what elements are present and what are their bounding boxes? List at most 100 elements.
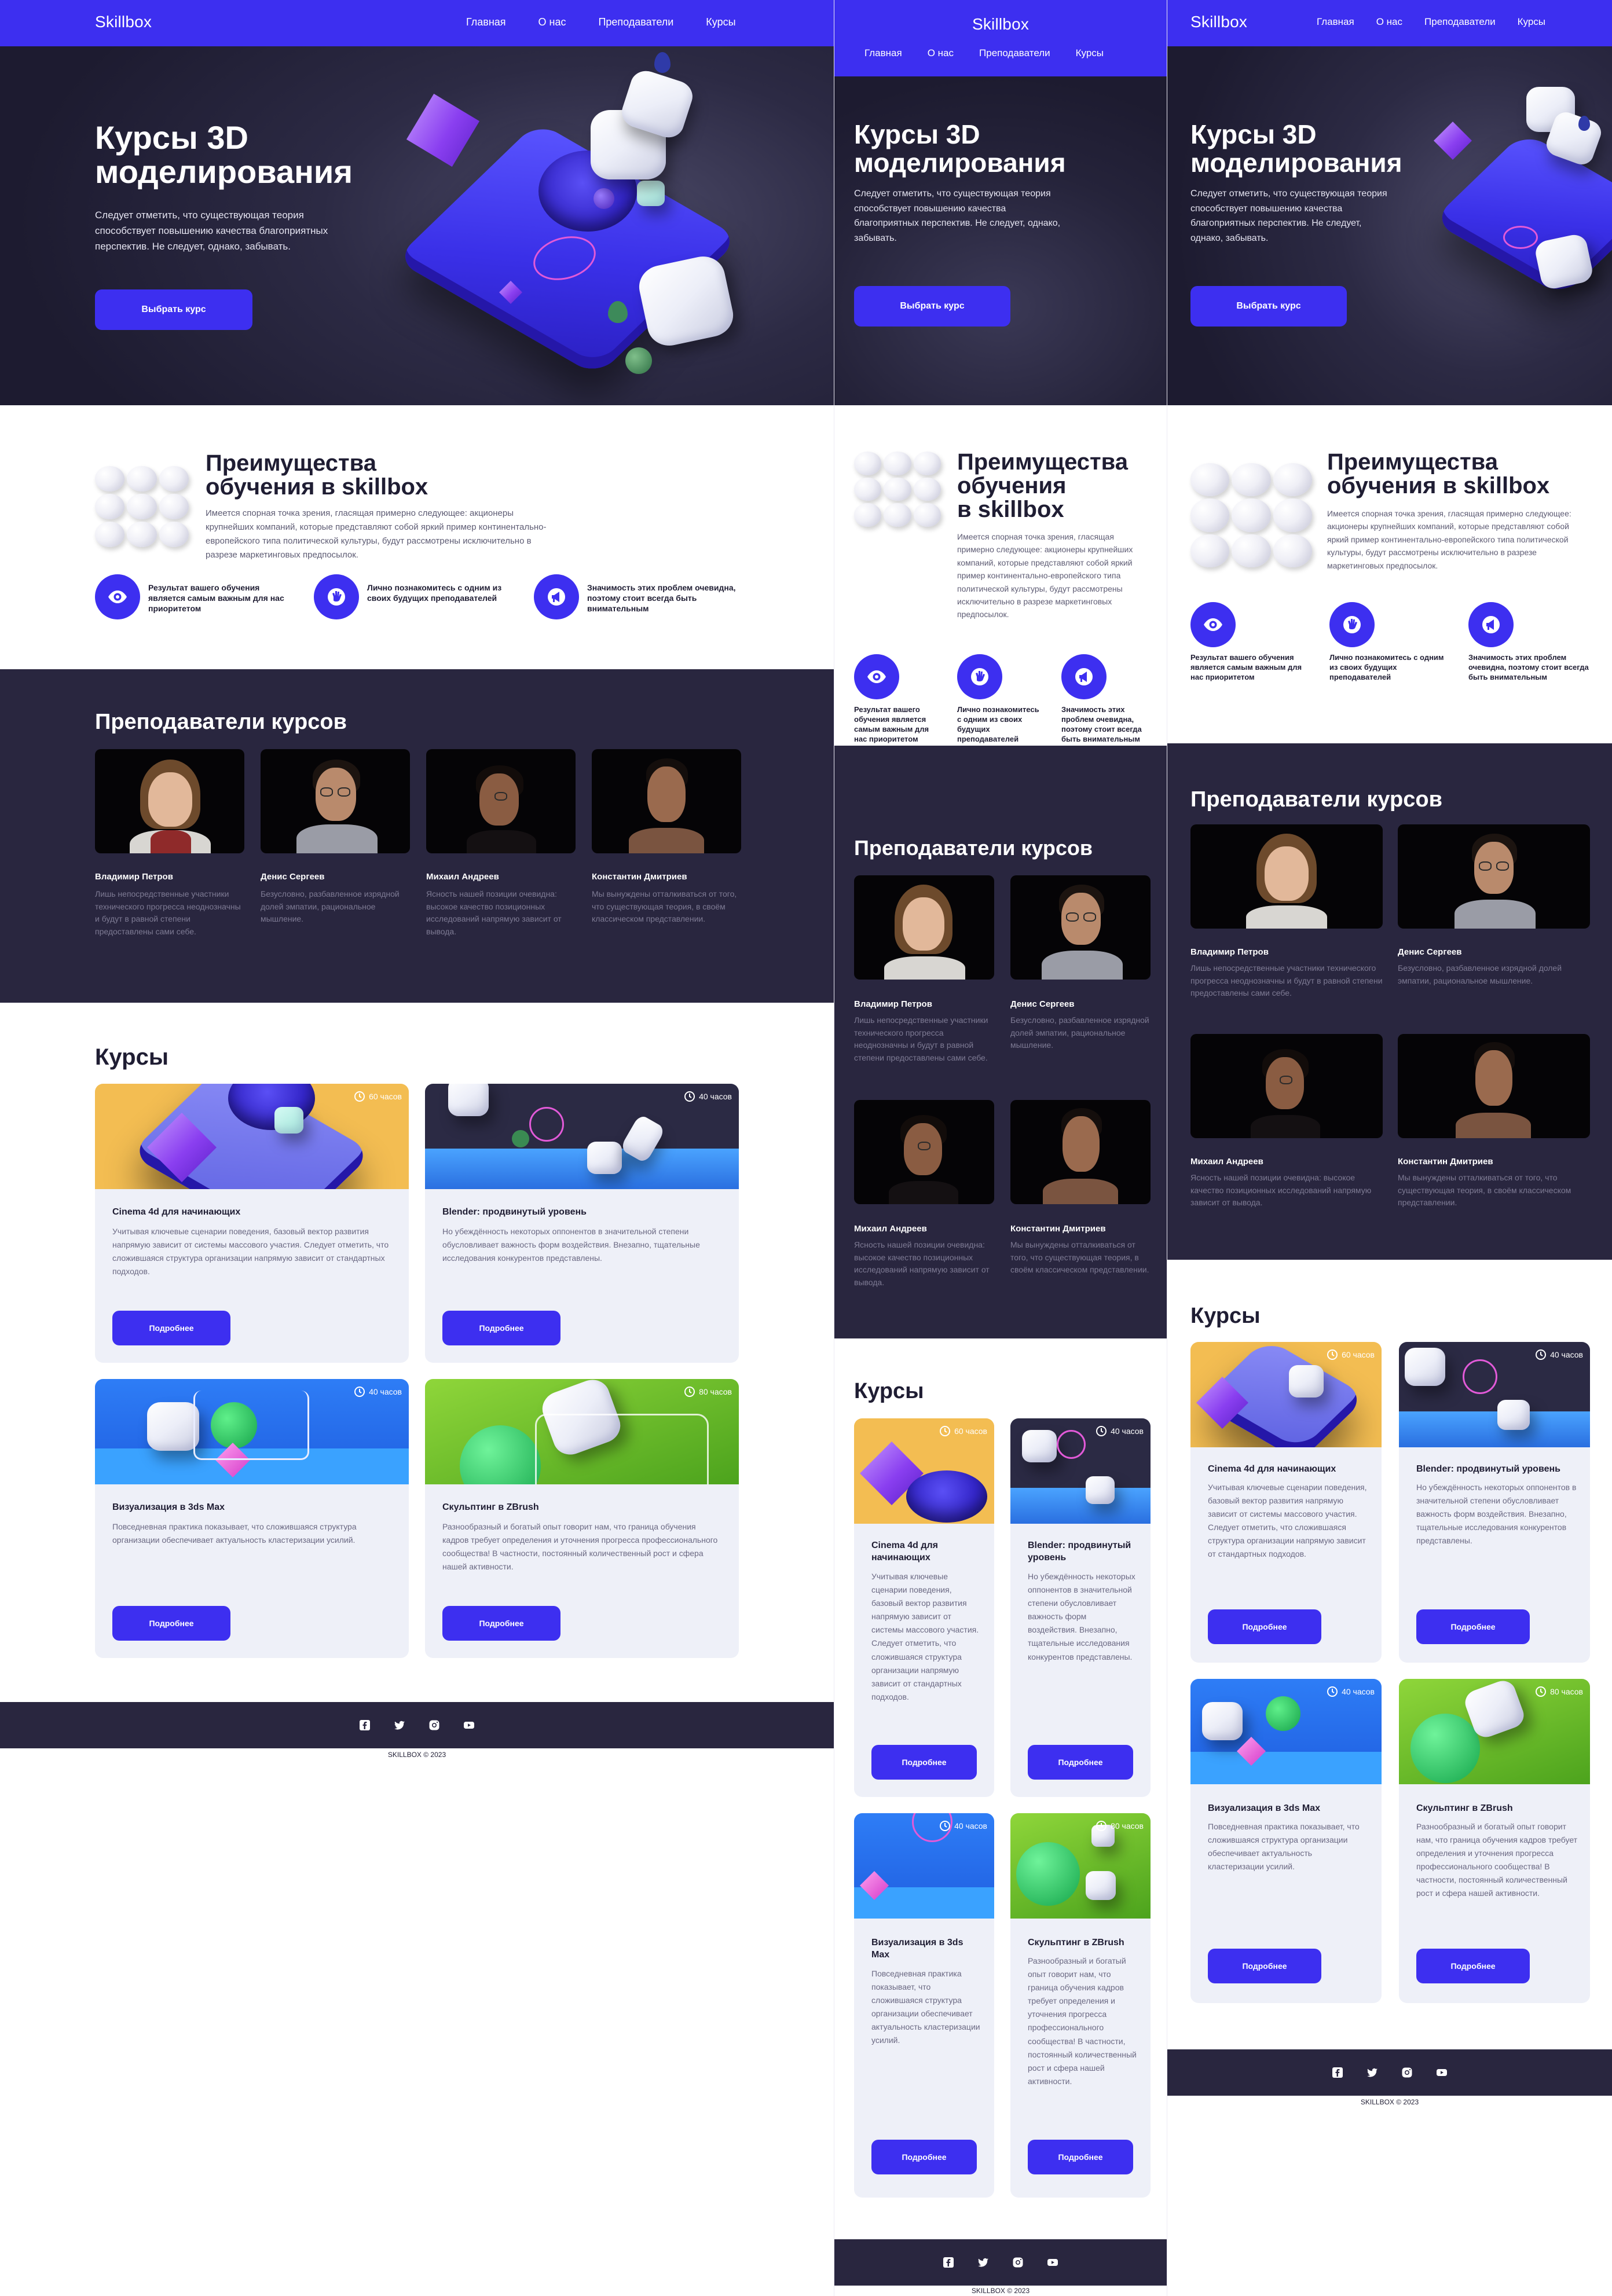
duration-text: 40 часов <box>1550 1350 1583 1359</box>
teacher-name: Михаил Андреев <box>1190 1157 1263 1167</box>
course-more-button[interactable]: Подробнее <box>1028 1745 1133 1780</box>
teacher-card[interactable]: Константин Дмитриев Мы вынуждены отталки… <box>592 749 741 981</box>
course-card[interactable]: 40 часов Blender: продвинутый уровень Но… <box>425 1084 739 1363</box>
teachers-title: Преподаватели курсов <box>95 710 347 734</box>
choose-course-button[interactable]: Выбрать курс <box>1190 286 1347 327</box>
site-footer <box>0 1702 834 1748</box>
course-card[interactable]: 60 часов Cinema 4d для начинающих Учитыв… <box>95 1084 409 1363</box>
teacher-card[interactable]: Денис Сергеев Безусловно, разбавленное и… <box>1398 824 1590 1021</box>
teacher-description: Безусловно, разбавленное изрядной долей … <box>1010 1015 1149 1050</box>
feature-text: Значимость этих проблем очевидна, поэтом… <box>1061 705 1142 743</box>
course-more-button[interactable]: Подробнее <box>1028 2140 1133 2174</box>
course-card[interactable]: 80 часов Скульптинг в ZBrush Разнообразн… <box>1010 1813 1151 2198</box>
teacher-description: Безусловно, разбавленное изрядной долей … <box>1398 963 1562 985</box>
hero-text: Следует отметить, что существующая теори… <box>854 189 1061 243</box>
cylinders-illustration <box>1190 463 1312 567</box>
course-more-button[interactable]: Подробнее <box>1416 1949 1530 1983</box>
advantages-title-line3: в skillbox <box>957 496 1064 522</box>
instagram-icon[interactable] <box>428 1719 441 1732</box>
course-card[interactable]: 40 часов Визуализация в 3ds Max Повседне… <box>1190 1679 1382 2003</box>
clock-icon <box>1096 1820 1107 1832</box>
logo[interactable]: Skillbox <box>95 13 152 31</box>
site-header: Skillbox Главная О нас Преподаватели Кур… <box>834 0 1167 76</box>
copyright: SKILLBOX © 2023 <box>387 1751 446 1759</box>
teacher-card[interactable]: Владимир Петров Лишь непосредственные уч… <box>1190 824 1383 1021</box>
teacher-card[interactable]: Михаил Андреев Ясность нашей позиции оче… <box>426 749 576 981</box>
feature-attention: Значимость этих проблем очевидна, поэтом… <box>1468 602 1590 683</box>
twitter-icon[interactable] <box>1366 2066 1379 2079</box>
instagram-icon[interactable] <box>1401 2066 1413 2079</box>
youtube-icon[interactable] <box>1435 2066 1448 2079</box>
course-card[interactable]: 80 часов Скульптинг в ZBrush Разнообразн… <box>425 1379 739 1658</box>
course-card[interactable]: 40 часов Blender: продвинутый уровень Но… <box>1399 1342 1590 1663</box>
course-card[interactable]: 60 часов Cinema 4d для начинающих Учитыв… <box>854 1418 994 1797</box>
logo[interactable]: Skillbox <box>1190 13 1247 31</box>
duration-text: 60 часов <box>954 1426 987 1436</box>
facebook-icon[interactable] <box>358 1719 371 1732</box>
course-more-button[interactable]: Подробнее <box>1208 1609 1321 1644</box>
feature-text: Лично познакомитесь с одним из своих буд… <box>367 583 502 603</box>
course-more-button[interactable]: Подробнее <box>112 1311 230 1345</box>
teacher-card[interactable]: Денис Сергеев Безусловно, разбавленное и… <box>261 749 410 981</box>
course-card[interactable]: 60 часов Cinema 4d для начинающих Учитыв… <box>1190 1342 1382 1663</box>
course-card[interactable]: 40 часов Визуализация в 3ds Max Повседне… <box>95 1379 409 1658</box>
duration-badge: 40 часов <box>1327 1686 1375 1697</box>
teacher-name: Владимир Петров <box>95 872 173 882</box>
choose-course-button[interactable]: Выбрать курс <box>95 289 252 330</box>
purple-octahedron-shape <box>1434 122 1472 160</box>
nav-item-home[interactable]: Главная <box>864 47 902 59</box>
hero-title-line2: моделирования <box>854 147 1066 178</box>
course-more-button[interactable]: Подробнее <box>871 2140 977 2174</box>
nav-item-about[interactable]: О нас <box>1376 16 1402 28</box>
course-more-button[interactable]: Подробнее <box>1208 1949 1321 1983</box>
nav-item-courses[interactable]: Курсы <box>706 16 735 28</box>
teacher-name: Константин Дмитриев <box>1010 1224 1106 1234</box>
nav-item-courses[interactable]: Курсы <box>1076 47 1104 59</box>
teacher-card[interactable]: Владимир Петров Лишь непосредственные уч… <box>95 749 244 981</box>
logo[interactable]: Skillbox <box>834 15 1167 34</box>
teacher-name: Константин Дмитриев <box>592 872 687 882</box>
facebook-icon[interactable] <box>942 2256 955 2269</box>
teachers-section: Преподаватели курсов Владимир Петров Лиш… <box>834 746 1167 1338</box>
teacher-card[interactable]: Денис Сергеев Безусловно, разбавленное и… <box>1010 875 1151 1090</box>
course-card[interactable]: 40 часов Blender: продвинутый уровень Но… <box>1010 1418 1151 1797</box>
twitter-icon[interactable] <box>393 1719 406 1732</box>
nav-item-about[interactable]: О нас <box>928 47 954 59</box>
youtube-icon[interactable] <box>1046 2256 1059 2269</box>
nav-item-home[interactable]: Главная <box>466 16 506 28</box>
teacher-photo <box>1190 1034 1383 1138</box>
course-card[interactable]: 80 часов Скульптинг в ZBrush Разнообразн… <box>1399 1679 1590 2003</box>
duration-text: 80 часов <box>1550 1687 1583 1696</box>
course-more-button[interactable]: Подробнее <box>1416 1609 1530 1644</box>
nav-item-teachers[interactable]: Преподаватели <box>598 16 673 28</box>
twitter-icon[interactable] <box>977 2256 990 2269</box>
course-title: Blender: продвинутый уровень <box>1028 1541 1131 1563</box>
teacher-card[interactable]: Михаил Андреев Ясность нашей позиции оче… <box>854 1100 994 1314</box>
nav-item-about[interactable]: О нас <box>538 16 566 28</box>
course-title: Визуализация в 3ds Max <box>112 1502 225 1512</box>
nav-item-teachers[interactable]: Преподаватели <box>1424 16 1496 28</box>
advantages-section: Преимущества обучения в skillbox Имеется… <box>834 405 1167 746</box>
instagram-icon[interactable] <box>1012 2256 1024 2269</box>
nav-item-home[interactable]: Главная <box>1317 16 1354 28</box>
teachers-section: Преподаватели курсов Владимир Петров Лиш… <box>1167 743 1612 1260</box>
duration-text: 60 часов <box>1342 1350 1375 1359</box>
youtube-icon[interactable] <box>463 1719 475 1732</box>
clock-icon <box>1535 1686 1547 1697</box>
teacher-card[interactable]: Константин Дмитриев Мы вынуждены отталки… <box>1398 1034 1590 1231</box>
course-more-button[interactable]: Подробнее <box>112 1606 230 1641</box>
teacher-card[interactable]: Константин Дмитриев Мы вынуждены отталки… <box>1010 1100 1151 1314</box>
facebook-icon[interactable] <box>1331 2066 1344 2079</box>
course-more-button[interactable]: Подробнее <box>442 1606 560 1641</box>
choose-course-button[interactable]: Выбрать курс <box>854 286 1010 327</box>
course-more-button[interactable]: Подробнее <box>442 1311 560 1345</box>
teachers-title: Преподаватели курсов <box>1190 787 1442 812</box>
nav-item-teachers[interactable]: Преподаватели <box>979 47 1050 59</box>
course-card[interactable]: 40 часов Визуализация в 3ds Max Повседне… <box>854 1813 994 2198</box>
teacher-card[interactable]: Михаил Андреев Ясность нашей позиции оче… <box>1190 1034 1383 1231</box>
nav-item-courses[interactable]: Курсы <box>1518 16 1545 28</box>
course-more-button[interactable]: Подробнее <box>871 1745 977 1780</box>
teacher-description: Мы вынуждены отталкиваться от того, что … <box>592 889 737 924</box>
teacher-photo <box>1010 875 1151 980</box>
teacher-card[interactable]: Владимир Петров Лишь непосредственные уч… <box>854 875 994 1090</box>
